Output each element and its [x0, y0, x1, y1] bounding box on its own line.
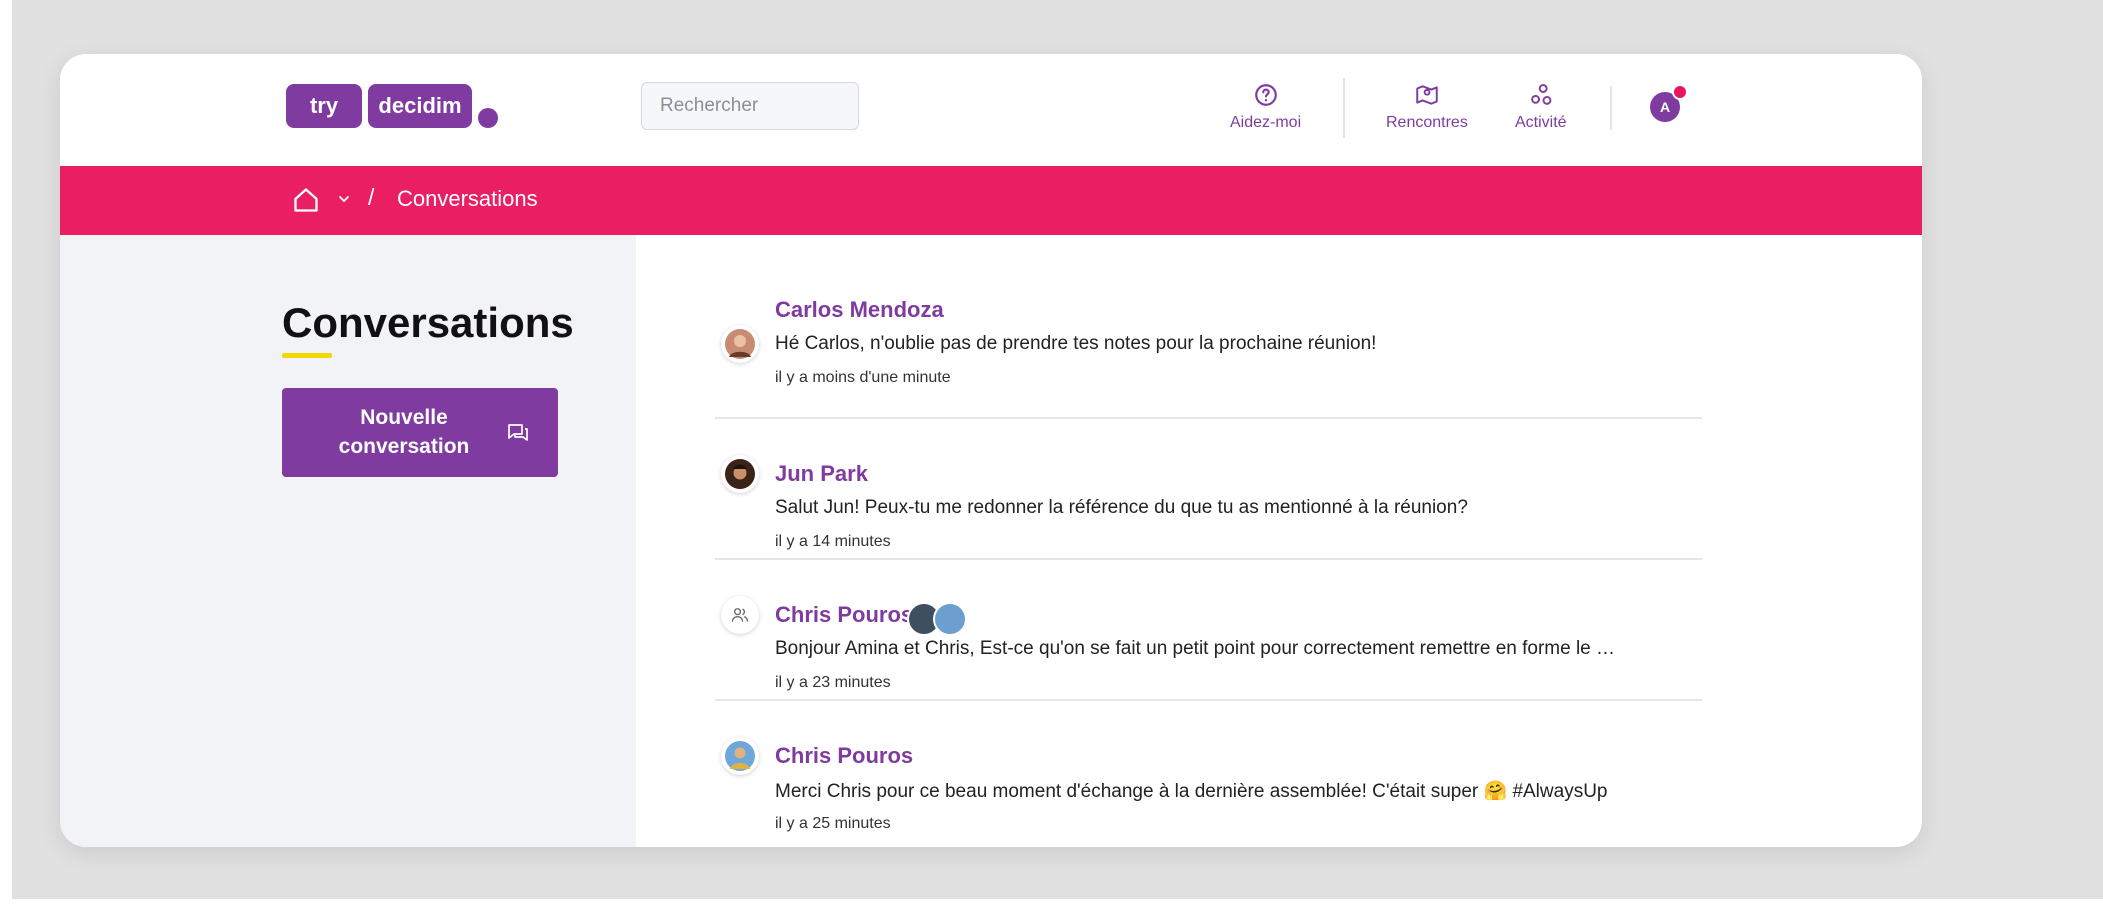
- conversation-message: Merci Chris pour ce beau moment d'échang…: [775, 781, 1608, 802]
- conversation-time: il y a 25 minutes: [775, 815, 891, 832]
- nav-meetings[interactable]: Rencontres: [1386, 82, 1468, 132]
- conversation-list: Carlos Mendoza Hé Carlos, n'oublie pas d…: [715, 235, 1702, 842]
- nav-divider: [1610, 86, 1612, 130]
- new-conversation-button[interactable]: Nouvelle conversation: [282, 388, 558, 477]
- nav-help[interactable]: Aidez-moi: [1230, 82, 1301, 132]
- avatar-photo: [725, 329, 755, 359]
- breadcrumb-current: Conversations: [397, 186, 538, 211]
- avatar-photo: [725, 741, 755, 771]
- title-underline: [282, 353, 332, 358]
- conversation-name[interactable]: Chris Pouros: [775, 602, 913, 628]
- chevron-down-icon[interactable]: [338, 193, 350, 205]
- search-input[interactable]: [642, 95, 905, 117]
- home-icon[interactable]: [292, 186, 320, 214]
- conversation-name[interactable]: Chris Pouros: [775, 743, 913, 769]
- conversation-message: Bonjour Amina et Chris, Est-ce qu'on se …: [775, 638, 1616, 659]
- conversation-name[interactable]: Jun Park: [775, 461, 868, 487]
- participant-avatar: [933, 602, 967, 636]
- conversation-time: il y a 14 minutes: [775, 533, 891, 550]
- conversation-item[interactable]: Chris Pouros Bonjour Amina et Chris, Est…: [715, 560, 1702, 701]
- nav-help-label: Aidez-moi: [1230, 114, 1302, 131]
- nav-meetings-label: Rencontres: [1386, 114, 1468, 131]
- logo-dot: [478, 108, 498, 128]
- map-pin-icon: [1416, 85, 1438, 105]
- breadcrumb-separator: /: [368, 184, 375, 210]
- conversation-time: il y a 23 minutes: [775, 674, 891, 691]
- avatar-photo: [725, 459, 755, 489]
- avatar: [721, 325, 759, 363]
- search-box: [641, 82, 905, 130]
- conversation-name[interactable]: Carlos Mendoza: [775, 297, 944, 323]
- avatar: [721, 455, 759, 493]
- nav-activity[interactable]: Activité: [1515, 82, 1567, 132]
- avatar: [721, 596, 759, 634]
- conversation-time: il y a moins d'une minute: [775, 369, 951, 386]
- conversation-message: Hé Carlos, n'oublie pas de prendre tes n…: [775, 333, 1377, 354]
- nav-activity-label: Activité: [1515, 114, 1567, 131]
- nav-divider: [1343, 78, 1345, 138]
- group-icon: [731, 608, 749, 622]
- logo-decidim: decidim: [368, 84, 472, 128]
- help-circle-icon: [1254, 84, 1277, 106]
- decidim-logo[interactable]: try decidim: [286, 84, 498, 134]
- page-title: Conversations: [282, 299, 574, 346]
- conversation-item[interactable]: Carlos Mendoza Hé Carlos, n'oublie pas d…: [715, 235, 1702, 419]
- conversation-message: Salut Jun! Peux-tu me redonner la référe…: [775, 497, 1468, 518]
- sidebar: Conversations Nouvelle conversation: [60, 235, 636, 847]
- logo-try: try: [286, 84, 362, 128]
- site-header: try decidim Aidez-moi Re: [60, 54, 1922, 166]
- participant-avatars: [907, 602, 967, 636]
- conversation-item[interactable]: Jun Park Salut Jun! Peux-tu me redonner …: [715, 419, 1702, 560]
- app-window: try decidim Aidez-moi Re: [60, 54, 1922, 847]
- chat-icon: [508, 424, 528, 441]
- notification-badge: [1672, 84, 1688, 100]
- activity-icon: [1530, 84, 1552, 105]
- new-conversation-label: Nouvelle conversation: [338, 406, 470, 458]
- conversation-item[interactable]: Chris Pouros Merci Chris pour ce beau mo…: [715, 701, 1702, 842]
- avatar: [721, 737, 759, 775]
- breadcrumb: / Conversations: [60, 166, 1922, 235]
